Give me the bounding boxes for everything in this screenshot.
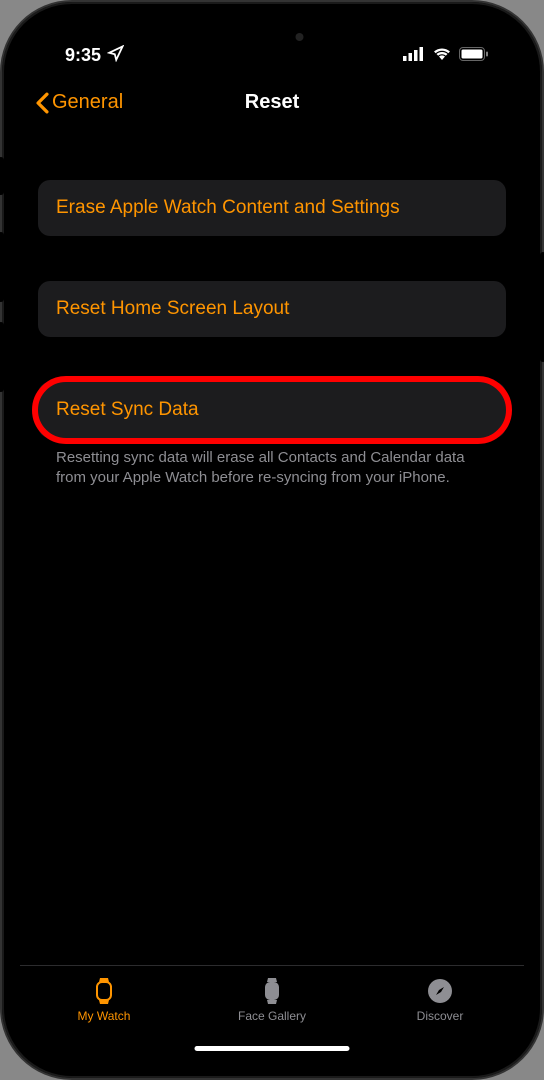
erase-content-label: Erase Apple Watch Content and Settings bbox=[56, 197, 400, 218]
cellular-icon bbox=[403, 45, 425, 66]
back-button[interactable]: General bbox=[35, 91, 123, 114]
tab-face-gallery-label: Face Gallery bbox=[238, 1009, 306, 1023]
screen: 9:35 bbox=[20, 20, 524, 1060]
notch bbox=[155, 20, 390, 54]
nav-bar: General Reset bbox=[20, 75, 524, 130]
tab-my-watch[interactable]: My Watch bbox=[20, 976, 188, 1060]
watch-icon bbox=[89, 976, 119, 1006]
wifi-icon bbox=[432, 45, 452, 66]
volume-up bbox=[0, 232, 4, 302]
status-time: 9:35 bbox=[65, 45, 101, 66]
chevron-left-icon bbox=[35, 92, 50, 114]
compass-icon bbox=[425, 976, 455, 1006]
side-switch bbox=[0, 157, 4, 195]
reset-home-label: Reset Home Screen Layout bbox=[56, 298, 289, 319]
battery-icon bbox=[459, 45, 489, 66]
reset-home-button[interactable]: Reset Home Screen Layout bbox=[38, 281, 506, 337]
tab-discover[interactable]: Discover bbox=[356, 976, 524, 1060]
tab-discover-label: Discover bbox=[417, 1009, 464, 1023]
power-button bbox=[540, 252, 544, 362]
back-label: General bbox=[52, 91, 123, 114]
erase-content-button[interactable]: Erase Apple Watch Content and Settings bbox=[38, 180, 506, 236]
face-gallery-icon bbox=[257, 976, 287, 1006]
reset-sync-label: Reset Sync Data bbox=[56, 399, 199, 420]
reset-sync-button[interactable]: Reset Sync Data bbox=[38, 382, 506, 438]
volume-down bbox=[0, 322, 4, 392]
page-title: Reset bbox=[245, 91, 299, 114]
location-icon bbox=[107, 45, 124, 67]
footer-description: Resetting sync data will erase all Conta… bbox=[38, 438, 506, 489]
home-indicator[interactable] bbox=[195, 1046, 350, 1051]
phone-frame: 9:35 bbox=[2, 2, 542, 1078]
tab-my-watch-label: My Watch bbox=[78, 1009, 131, 1023]
